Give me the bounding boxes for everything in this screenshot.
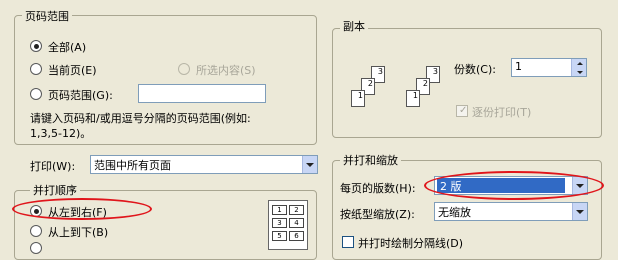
scale-label: 按纸型缩放(Z): bbox=[340, 208, 415, 221]
copies-legend: 副本 bbox=[340, 18, 368, 34]
collate-page: 1 bbox=[406, 90, 420, 107]
label-page-range[interactable]: 页码范围(G): bbox=[48, 87, 113, 103]
print-what-select[interactable]: 范围中所有页面 bbox=[90, 155, 318, 174]
radio-page-range[interactable] bbox=[30, 88, 42, 100]
page-range-hint: 请键入页码和/或用逗号分隔的页码范围(例如: bbox=[30, 112, 251, 125]
preview-cell: 4 bbox=[289, 218, 304, 228]
radio-all[interactable] bbox=[30, 40, 42, 52]
copies-count-label: 份数(C): bbox=[454, 63, 496, 76]
annotation-ellipse-pages bbox=[424, 171, 604, 200]
pages-per-sheet-label: 每页的版数(H): bbox=[340, 182, 416, 195]
zoom-legend: 并打和缩放 bbox=[340, 152, 401, 168]
copies-spinner[interactable] bbox=[571, 59, 586, 76]
annotation-ellipse-order bbox=[12, 198, 152, 220]
radio-selection[interactable] bbox=[178, 63, 190, 75]
preview-cell: 3 bbox=[272, 218, 287, 228]
page-range-hint-example: 1,3,5-12)。 bbox=[30, 127, 92, 140]
draw-borders-label[interactable]: 并打时绘制分隔线(D) bbox=[358, 235, 463, 251]
chevron-down-icon[interactable] bbox=[302, 156, 317, 173]
label-current-page[interactable]: 当前页(E) bbox=[48, 62, 97, 78]
scale-select[interactable]: 无缩放 bbox=[434, 202, 588, 221]
preview-cell: 6 bbox=[289, 231, 304, 241]
page-range-legend: 页码范围 bbox=[22, 8, 72, 24]
radio-top-to-bottom[interactable] bbox=[30, 225, 42, 237]
label-top-to-bottom[interactable]: 从上到下(B) bbox=[48, 224, 108, 240]
draw-borders-checkbox[interactable] bbox=[342, 236, 354, 248]
order-preview: 1 2 3 4 5 6 bbox=[268, 200, 308, 250]
preview-cell: 2 bbox=[289, 205, 304, 215]
chevron-down-icon[interactable] bbox=[572, 203, 587, 220]
collate-checkbox[interactable]: ✓ bbox=[456, 105, 468, 117]
label-all[interactable]: 全部(A) bbox=[48, 39, 86, 55]
preview-cell: 1 bbox=[272, 205, 287, 215]
collate-label[interactable]: 逐份打印(T) bbox=[472, 104, 531, 120]
preview-cell: 5 bbox=[272, 231, 287, 241]
collate-page: 1 bbox=[351, 90, 365, 107]
radio-current-page[interactable] bbox=[30, 63, 42, 75]
page-range-input[interactable] bbox=[138, 84, 266, 103]
label-selection[interactable]: 所选内容(S) bbox=[196, 62, 256, 78]
print-what-label: 打印(W): bbox=[30, 160, 76, 173]
spin-up-icon[interactable] bbox=[572, 59, 587, 67]
print-what-value: 范围中所有页面 bbox=[94, 159, 171, 172]
spin-down-icon[interactable] bbox=[572, 68, 587, 76]
print-order-legend: 并打顺序 bbox=[30, 182, 80, 198]
scale-value: 无缩放 bbox=[438, 206, 471, 219]
check-icon: ✓ bbox=[459, 105, 468, 116]
